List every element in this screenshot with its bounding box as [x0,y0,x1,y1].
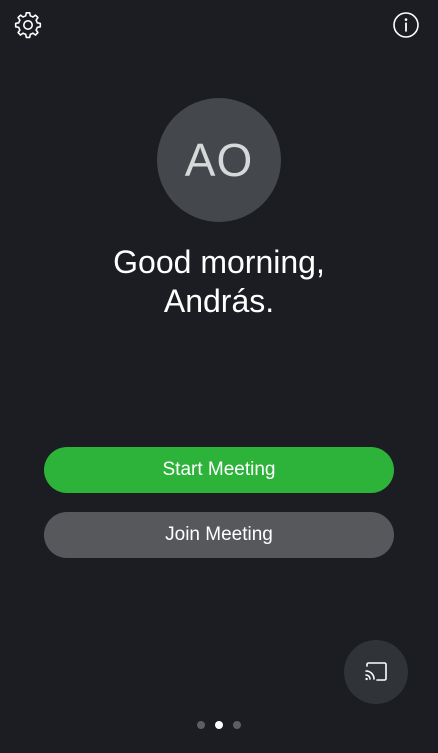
join-meeting-button[interactable]: Join Meeting [44,512,394,558]
page-dot-3[interactable] [233,721,241,729]
page-indicator [0,721,438,729]
share-screen-button[interactable] [344,640,408,704]
avatar-initials: AO [184,134,254,186]
greeting-line-2: András. [163,283,275,319]
avatar: AO [157,98,281,222]
info-button[interactable] [391,10,421,40]
greeting-line-1: Good morning, [113,244,325,280]
start-meeting-button[interactable]: Start Meeting [44,447,394,493]
info-icon [393,12,419,38]
page-dot-2[interactable] [215,721,223,729]
greeting-text: Good morning, András. [0,243,438,321]
settings-button[interactable] [13,10,43,40]
page-dot-1[interactable] [197,721,205,729]
screen-share-icon [365,662,387,681]
start-meeting-label: Start Meeting [162,459,276,480]
join-meeting-label: Join Meeting [165,524,273,545]
gear-icon [14,12,42,39]
